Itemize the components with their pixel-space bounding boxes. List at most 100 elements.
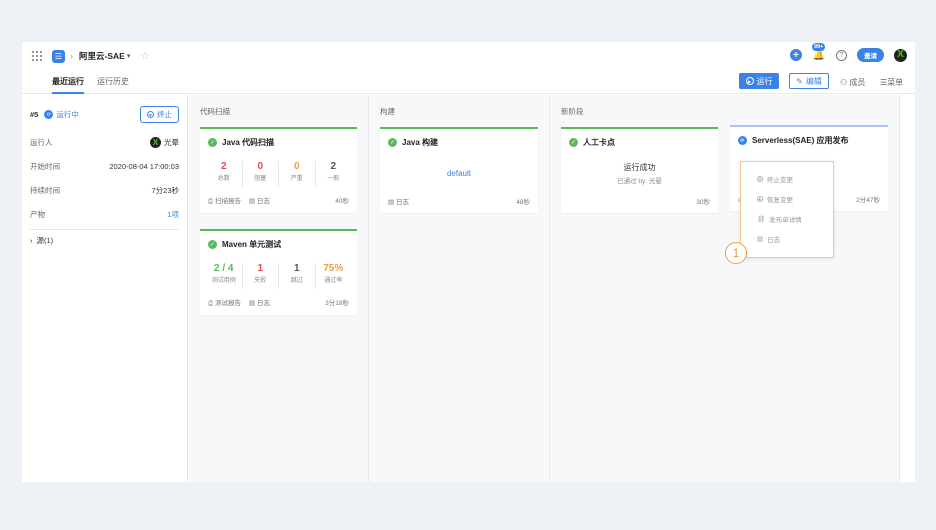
artifact-link[interactable]: 1项 (167, 209, 179, 220)
job-duration: 48秒 (516, 199, 530, 206)
start-time-label: 开始时间 (30, 162, 60, 171)
stat-total-label: 总数 (217, 176, 230, 182)
running-icon: ⟳ (738, 136, 747, 145)
notification-badge: 99+ (812, 43, 826, 51)
run-button-label: 运行 (756, 76, 773, 86)
stat-critical-value: 0 (293, 161, 300, 172)
more-dropdown: ■ 终止变更 ▶ 恢复变更 ⛓ 发布单详情 ▤ 日志 (740, 161, 834, 258)
job-duration: 30秒 (696, 199, 710, 206)
stat-total-value: 2 (220, 161, 227, 172)
job-name: Serverless(SAE) 应用发布 (752, 136, 849, 145)
scan-report-link[interactable]: ⎙ 扫描报告 (208, 195, 241, 206)
play-icon: ▶ (745, 77, 754, 85)
stat-cases-value: 2 / 4 (214, 263, 234, 274)
job-duration: 40秒 (335, 198, 349, 205)
success-icon: ✓ (208, 240, 217, 249)
job-duration: 2分47秒 (856, 197, 880, 204)
avatar[interactable]: X (894, 48, 907, 62)
success-icon: ✓ (569, 138, 578, 147)
log-link[interactable]: ▤ 日志 (249, 297, 270, 308)
tab-recent-runs[interactable]: 最近运行 (52, 76, 84, 94)
running-icon: ⟳ (44, 110, 54, 119)
stat-failed-value: 1 (257, 263, 264, 274)
artifact-label: 产物 (30, 210, 45, 219)
stage-code-scan: 代码扫描 ✓ Java 代码扫描 2 总数 0 阻塞 0 严重 2 一般 ⎙ 扫描报告 ▤… (189, 95, 369, 482)
stage-new: 新阶段 ✓ 人工卡点 运行成功 已通过 by: 光晕 30秒 ⟳ Serverles… (550, 95, 900, 482)
runner-value: X 光晕 (150, 137, 179, 148)
members-label: 成员 (849, 78, 866, 87)
callout-marker: 1 (725, 242, 747, 264)
job-duration: 3分18秒 (325, 300, 349, 307)
success-icon: ✓ (388, 138, 397, 147)
link-icon: ⛓ (757, 216, 766, 223)
job-name: Java 构建 (402, 138, 439, 147)
star-icon[interactable]: ☆ (140, 51, 149, 62)
tabs-bar: 最近运行 运行历史 ▶ 运行 ✎ 编辑 ⚇ 成员 ☰菜单 (22, 70, 915, 94)
job-name: Maven 单元测试 (222, 240, 282, 249)
stage-title: 新阶段 (561, 107, 584, 116)
log-link[interactable]: ▤ 日志 (249, 195, 270, 206)
project-name[interactable]: 阿里云-SAE (79, 50, 125, 62)
chevron-right-icon: › (70, 51, 73, 61)
pencil-icon: ✎ (796, 76, 803, 86)
menu-item-release-detail[interactable]: ⛓ 发布单详情 (757, 214, 802, 224)
stat-blocker-label: 阻塞 (254, 176, 267, 182)
job-name: Java 代码扫描 (222, 138, 275, 147)
duration-value: 7分23秒 (151, 186, 179, 195)
run-button[interactable]: ▶ 运行 (739, 73, 779, 89)
top-bar: ☰ › 阿里云-SAE ▾ ☆ + 🔔 99+ ? 邀请 X (22, 42, 915, 70)
stat-pass-rate-label: 通过率 (324, 278, 343, 284)
stage-title: 构建 (380, 107, 395, 116)
success-icon: ✓ (208, 138, 217, 147)
run-status: ⟳ 运行中 (44, 109, 79, 120)
help-icon[interactable]: ? (836, 49, 847, 61)
divider (30, 229, 179, 230)
stat-skipped-label: 跳过 (290, 278, 303, 284)
menu-item-resume-change[interactable]: ▶ 恢复变更 (757, 194, 793, 204)
stat-normal-value: 2 (330, 161, 337, 172)
pipeline-app: ☰ › 阿里云-SAE ▾ ☆ + 🔔 99+ ? 邀请 X 最近运行 运行历史 … (22, 42, 915, 482)
job-card-manual-gate[interactable]: ✓ 人工卡点 运行成功 已通过 by: 光晕 30秒 (561, 127, 718, 213)
stop-button[interactable]: ■ 终止 (140, 106, 179, 123)
stat-pass-rate-value: 75% (323, 263, 344, 274)
job-card-java-build[interactable]: ✓ Java 构建 default ▤ 日志 48秒 (380, 127, 538, 213)
caret-down-icon[interactable]: ▾ (127, 52, 131, 60)
log-link[interactable]: ▤ 日志 (388, 196, 409, 206)
start-time-value: 2020-08-04 17:00:03 (109, 162, 179, 171)
notification-bell-icon[interactable]: 🔔 99+ (812, 43, 826, 62)
job-result: 运行成功 (623, 163, 656, 172)
log-icon: ▤ (757, 236, 764, 243)
menu-item-stop-change[interactable]: ■ 终止变更 (757, 174, 793, 184)
stat-critical-label: 严重 (290, 176, 303, 182)
job-name: 人工卡点 (583, 138, 615, 147)
add-icon[interactable]: + (790, 49, 802, 61)
build-env[interactable]: default (380, 169, 538, 178)
source-toggle[interactable]: 源(1) (37, 235, 54, 246)
menu-item-log[interactable]: ▤ 日志 (757, 234, 780, 244)
run-number: #5 (30, 110, 39, 119)
job-card-java-scan[interactable]: ✓ Java 代码扫描 2 总数 0 阻塞 0 严重 2 一般 ⎙ 扫描报告 ▤ 日志 4… (200, 127, 357, 213)
test-report-link[interactable]: ⎙ 测试报告 (208, 297, 241, 308)
tab-run-history[interactable]: 运行历史 (97, 76, 129, 87)
stop-icon: ■ (147, 111, 154, 118)
members-button[interactable]: ⚇ 成员 (840, 77, 865, 88)
stat-blocker-value: 0 (257, 161, 264, 172)
stop-label: 终止 (157, 110, 172, 119)
invite-button[interactable]: 邀请 (857, 48, 884, 62)
stat-failed-label: 失败 (254, 278, 267, 284)
test-stats: 2 / 4 测试用例 1 失败 1 跳过 75% 通过率 (206, 263, 351, 289)
stage-title: 代码扫描 (200, 107, 230, 116)
menu-label: 菜单 (887, 78, 904, 87)
edit-button[interactable]: ✎ 编辑 (789, 73, 829, 89)
scan-stats: 2 总数 0 阻塞 0 严重 2 一般 (206, 161, 351, 187)
app-grid-icon[interactable] (32, 51, 42, 61)
edit-button-label: 编辑 (805, 76, 822, 86)
job-card-maven-test[interactable]: ✓ Maven 单元测试 2 / 4 测试用例 1 失败 1 跳过 75% 通过率 ⎙ 测… (200, 229, 357, 315)
stat-cases-label: 测试用例 (211, 278, 236, 284)
menu-button[interactable]: ☰菜单 (880, 77, 903, 88)
run-status-label: 运行中 (56, 110, 79, 119)
project-icon: ☰ (52, 49, 65, 63)
play-icon: ▶ (757, 196, 763, 202)
expand-icon[interactable]: › (30, 236, 33, 245)
job-approver: 已通过 by: 光晕 (617, 178, 662, 185)
